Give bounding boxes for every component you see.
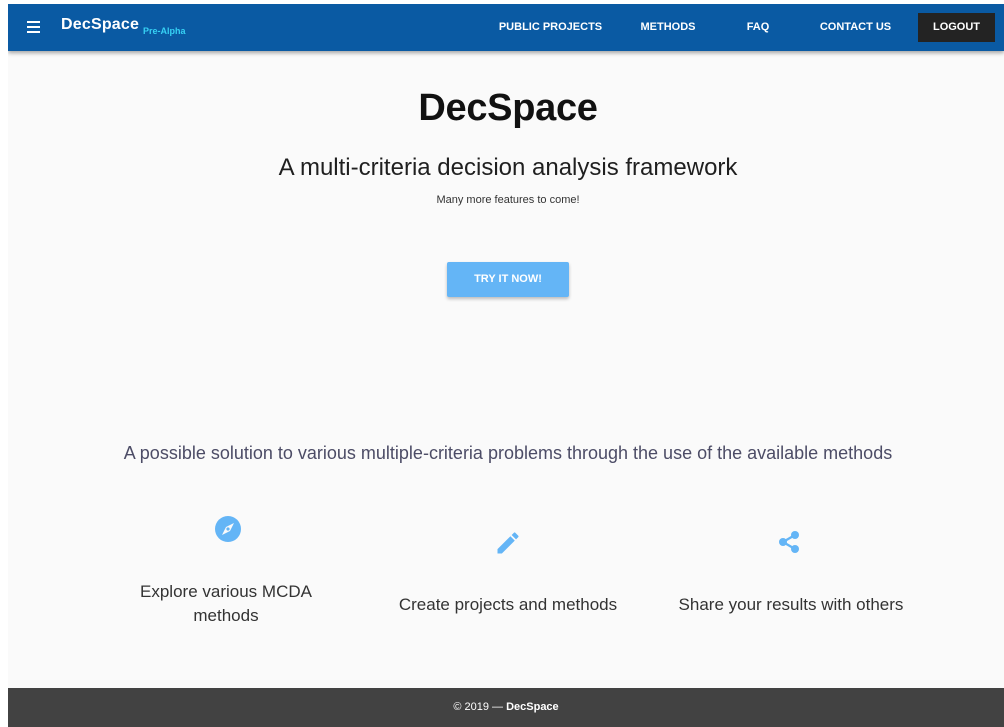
feature-share-label: Share your results with others [678,595,904,614]
logout-button[interactable]: LOGOUT [918,13,995,42]
footer-copyright: © 2019 — [453,701,504,713]
brand-logo-text[interactable]: DecSpace [61,16,139,34]
hero-title: DecSpace [418,87,598,129]
compass-icon [214,515,242,543]
nav-public-projects[interactable]: PUBLIC PROJECTS [493,4,608,51]
nav-contact-us[interactable]: CONTACT US [808,4,903,51]
feature-create-label: Create projects and methods [398,595,618,614]
footer: © 2019 — DecSpace [8,688,1004,727]
feature-explore-label: Explore various MCDA methods [140,582,312,625]
hero-note: Many more features to come! [436,194,580,206]
hero-subtitle: A multi-criteria decision analysis frame… [278,154,738,181]
features-heading: A possible solution to various multiple-… [123,443,893,463]
pencil-icon [494,529,522,557]
brand-tag: Pre-Alpha [143,26,186,36]
try-it-now-button[interactable]: TRY IT NOW! [447,262,569,297]
nav-methods[interactable]: METHODS [630,4,706,51]
page: DecSpace Pre-Alpha PUBLIC PROJECTS METHO… [8,4,1004,727]
top-toolbar: DecSpace Pre-Alpha PUBLIC PROJECTS METHO… [8,4,1004,51]
footer-brand: DecSpace [506,701,559,713]
menu-button[interactable] [24,17,48,37]
nav-faq[interactable]: FAQ [735,4,781,51]
hamburger-menu-icon [27,21,40,33]
share-icon [775,528,803,556]
